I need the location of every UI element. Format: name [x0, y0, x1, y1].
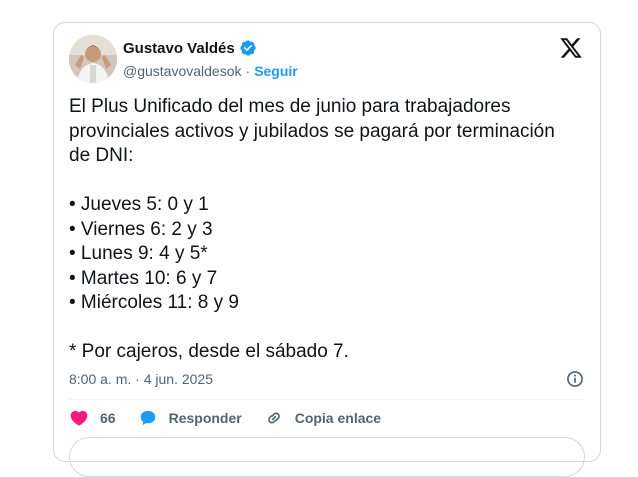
- author-handle[interactable]: @gustavovaldesok: [123, 63, 242, 79]
- like-button[interactable]: 66: [69, 408, 116, 428]
- tweet-blank-line: [69, 169, 589, 194]
- x-logo-icon[interactable]: [559, 36, 583, 60]
- tweet-line: • Martes 10: 6 y 7: [69, 267, 218, 289]
- tweet-line: • Miércoles 11: 8 y 9: [69, 292, 239, 313]
- tweet-line: provinciales activos y jubilados se paga…: [69, 120, 555, 142]
- tweet-line: de DNI:: [69, 145, 134, 166]
- separator-dot: ·: [245, 63, 251, 79]
- tweet-timestamp[interactable]: 8:00 a. m. · 4 jun. 2025: [69, 371, 213, 387]
- tweet-line: • Viernes 6: 2 y 3: [69, 218, 213, 240]
- tweet-line: • Jueves 5: 0 y 1: [69, 194, 209, 215]
- tweet-line: El Plus Unificado del mes de junio para …: [69, 96, 511, 117]
- reply-button[interactable]: Responder: [138, 408, 242, 428]
- avatar[interactable]: [69, 35, 117, 83]
- info-icon[interactable]: [565, 369, 585, 389]
- follow-button[interactable]: Seguir: [254, 63, 298, 79]
- divider: [69, 399, 585, 400]
- speech-bubble-icon: [140, 410, 155, 426]
- like-count: 66: [100, 410, 116, 426]
- copy-link-label: Copia enlace: [294, 410, 382, 426]
- tweet-line: * Por cajeros, desde el sábado 7.: [69, 341, 349, 362]
- avatar-image: [69, 35, 117, 83]
- link-icon: [267, 412, 280, 424]
- read-replies-button[interactable]: [69, 437, 585, 477]
- reply-label: Responder: [168, 410, 242, 426]
- tweet-card: Gustavo Valdés @gustavovaldesok · Seguir…: [53, 22, 601, 477]
- tweet-line: • Lunes 9: 4 y 5*: [69, 243, 208, 264]
- copy-link-button[interactable]: Copia enlace: [264, 408, 381, 428]
- author-name[interactable]: Gustavo Valdés: [123, 40, 235, 57]
- verified-badge-icon: [240, 40, 256, 56]
- heart-icon: [70, 410, 88, 426]
- tweet-blank-line: [69, 316, 589, 341]
- tweet-text: El Plus Unificado del mes de junio para …: [69, 95, 589, 365]
